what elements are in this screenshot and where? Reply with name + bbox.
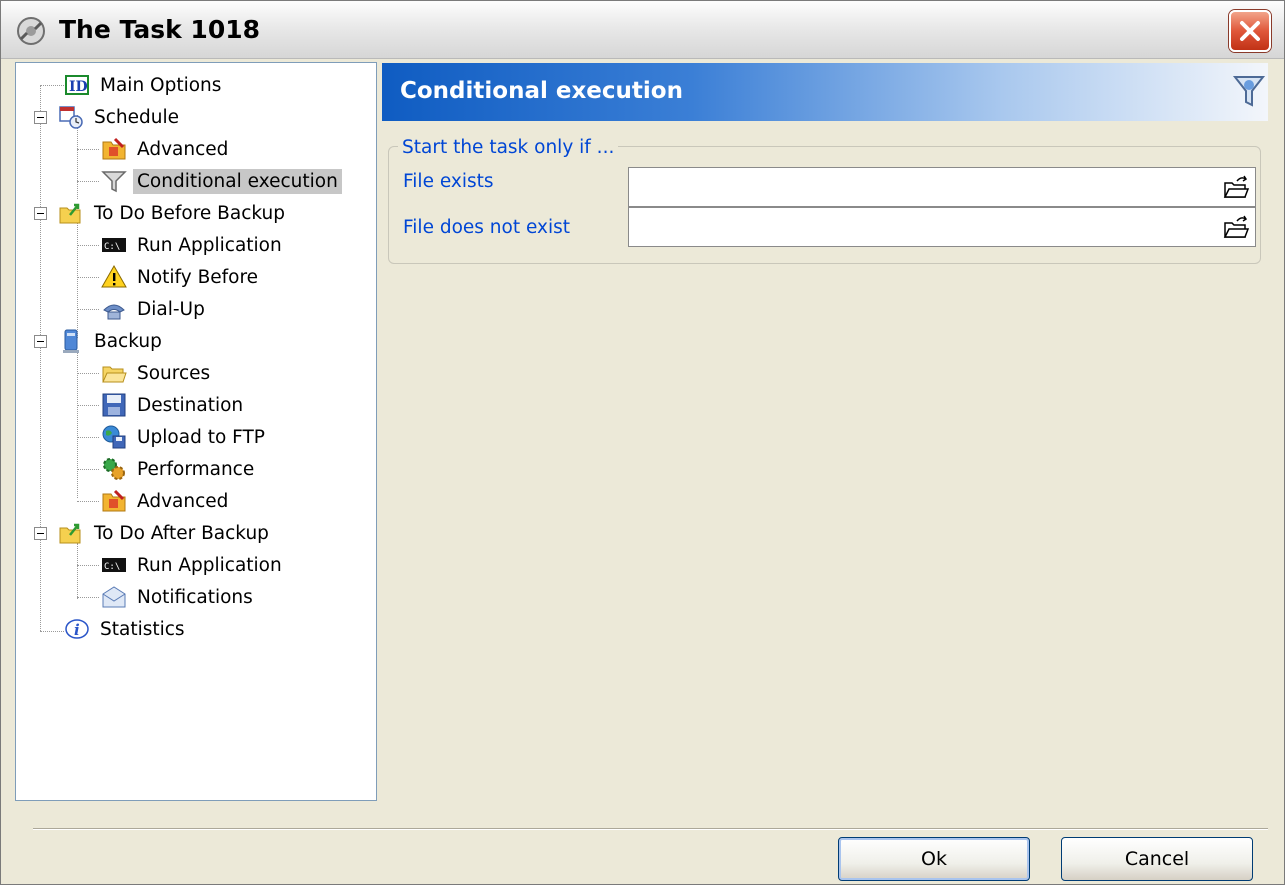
console-icon: C:\ <box>102 558 126 572</box>
tree-item-label: Schedule <box>94 106 180 128</box>
tree-item-label: Run Application <box>137 554 282 576</box>
tree-item-notifications[interactable]: Notifications <box>101 583 257 611</box>
svg-text:C:\: C:\ <box>104 242 120 252</box>
folder-icon <box>102 366 127 383</box>
computer-icon <box>63 329 79 353</box>
folder-arrow-icon <box>59 203 81 224</box>
info-icon: i <box>65 619 89 639</box>
tree-item-conditional-execution[interactable]: Conditional execution <box>101 167 342 195</box>
group-label: Start the task only if ... <box>398 137 619 158</box>
tree-item-label: Backup <box>94 330 162 352</box>
phone-icon <box>103 304 125 320</box>
footer-separator <box>33 828 1268 830</box>
tree-item-main-options[interactable]: ID Main Options <box>64 71 225 99</box>
panel-header: Conditional execution <box>382 63 1268 121</box>
tree-item-to-do-after-backup[interactable]: To Do After Backup <box>58 519 273 547</box>
collapse-schedule-toggle[interactable] <box>34 111 47 124</box>
title-bar[interactable]: The Task 1018 <box>1 1 1284 59</box>
tree-item-label: Statistics <box>100 618 185 640</box>
tree-item-label: Conditional execution <box>133 168 342 194</box>
file-not-exist-field[interactable] <box>628 207 1256 247</box>
cancel-button[interactable]: Cancel <box>1061 837 1253 881</box>
tree-item-label: Advanced <box>137 138 229 160</box>
floppy-icon <box>102 393 126 417</box>
task-dialog: The Task 1018 ID Main Options Schedule A… <box>0 0 1285 885</box>
ok-button[interactable]: Ok <box>838 837 1030 881</box>
tree-item-label: Run Application <box>137 234 282 256</box>
navigation-tree: ID Main Options Schedule Advanced Condit… <box>15 62 377 801</box>
tree-item-label: Notifications <box>137 586 253 608</box>
globe-floppy-icon <box>102 425 126 449</box>
tree-item-schedule[interactable]: Schedule <box>58 103 183 131</box>
tree-item-schedule-advanced[interactable]: Advanced <box>101 135 232 163</box>
tree-item-to-do-before-backup[interactable]: To Do Before Backup <box>58 199 289 227</box>
tree-item-label: Advanced <box>137 490 229 512</box>
advanced-settings-icon <box>102 137 126 160</box>
browse-folder-icon[interactable] <box>1221 213 1251 241</box>
svg-text:i: i <box>74 621 80 639</box>
panel-title: Conditional execution <box>400 78 683 104</box>
tree-item-label: Sources <box>137 362 211 384</box>
collapse-before-backup-toggle[interactable] <box>34 207 47 220</box>
tree-item-label: Dial-Up <box>137 298 205 320</box>
tree-item-backup-advanced[interactable]: Advanced <box>101 487 232 515</box>
filter-icon <box>101 171 127 193</box>
filter-icon <box>1232 76 1266 107</box>
cancel-button-label: Cancel <box>1124 848 1190 870</box>
collapse-after-backup-toggle[interactable] <box>34 527 47 540</box>
tree-item-label: To Do Before Backup <box>94 202 285 224</box>
tree-item-label: Upload to FTP <box>137 426 265 448</box>
tree-item-run-application-before[interactable]: C:\ Run Application <box>101 231 286 259</box>
window-title: The Task 1018 <box>59 15 261 44</box>
folder-arrow-icon <box>59 523 81 544</box>
file-not-exist-label: File does not exist <box>403 217 571 238</box>
console-icon: C:\ <box>102 238 126 252</box>
tree-item-label: Destination <box>137 394 244 416</box>
tree-item-dial-up[interactable]: Dial-Up <box>101 295 209 323</box>
tree-item-statistics[interactable]: i Statistics <box>64 615 189 643</box>
collapse-backup-toggle[interactable] <box>34 335 47 348</box>
tree-item-label: Performance <box>137 458 255 480</box>
id-icon: ID <box>65 75 89 95</box>
ok-button-label: Ok <box>921 848 947 870</box>
advanced-settings-icon <box>102 489 126 512</box>
tree-item-upload-to-ftp[interactable]: Upload to FTP <box>101 423 269 451</box>
tree-item-label: To Do After Backup <box>94 522 269 544</box>
browse-folder-icon[interactable] <box>1221 173 1251 201</box>
warning-icon <box>101 264 127 288</box>
file-exists-field[interactable] <box>628 167 1256 207</box>
tree-item-sources[interactable]: Sources <box>101 359 214 387</box>
gears-icon <box>103 458 125 480</box>
close-icon <box>1240 21 1260 41</box>
envelope-icon <box>102 586 126 608</box>
file-exists-label: File exists <box>403 171 494 192</box>
svg-text:C:\: C:\ <box>104 562 120 572</box>
tree-item-run-application-after[interactable]: C:\ Run Application <box>101 551 286 579</box>
tree-item-destination[interactable]: Destination <box>101 391 247 419</box>
tree-item-notify-before[interactable]: Notify Before <box>101 263 262 291</box>
tree-item-backup[interactable]: Backup <box>58 327 166 355</box>
tree-item-label: Notify Before <box>137 266 259 288</box>
close-button[interactable] <box>1229 10 1271 52</box>
tree-item-label: Main Options <box>100 74 222 96</box>
tree-item-performance[interactable]: Performance <box>101 455 258 483</box>
calendar-clock-icon <box>59 106 83 129</box>
svg-text:ID: ID <box>69 79 88 95</box>
task-icon <box>17 17 45 45</box>
